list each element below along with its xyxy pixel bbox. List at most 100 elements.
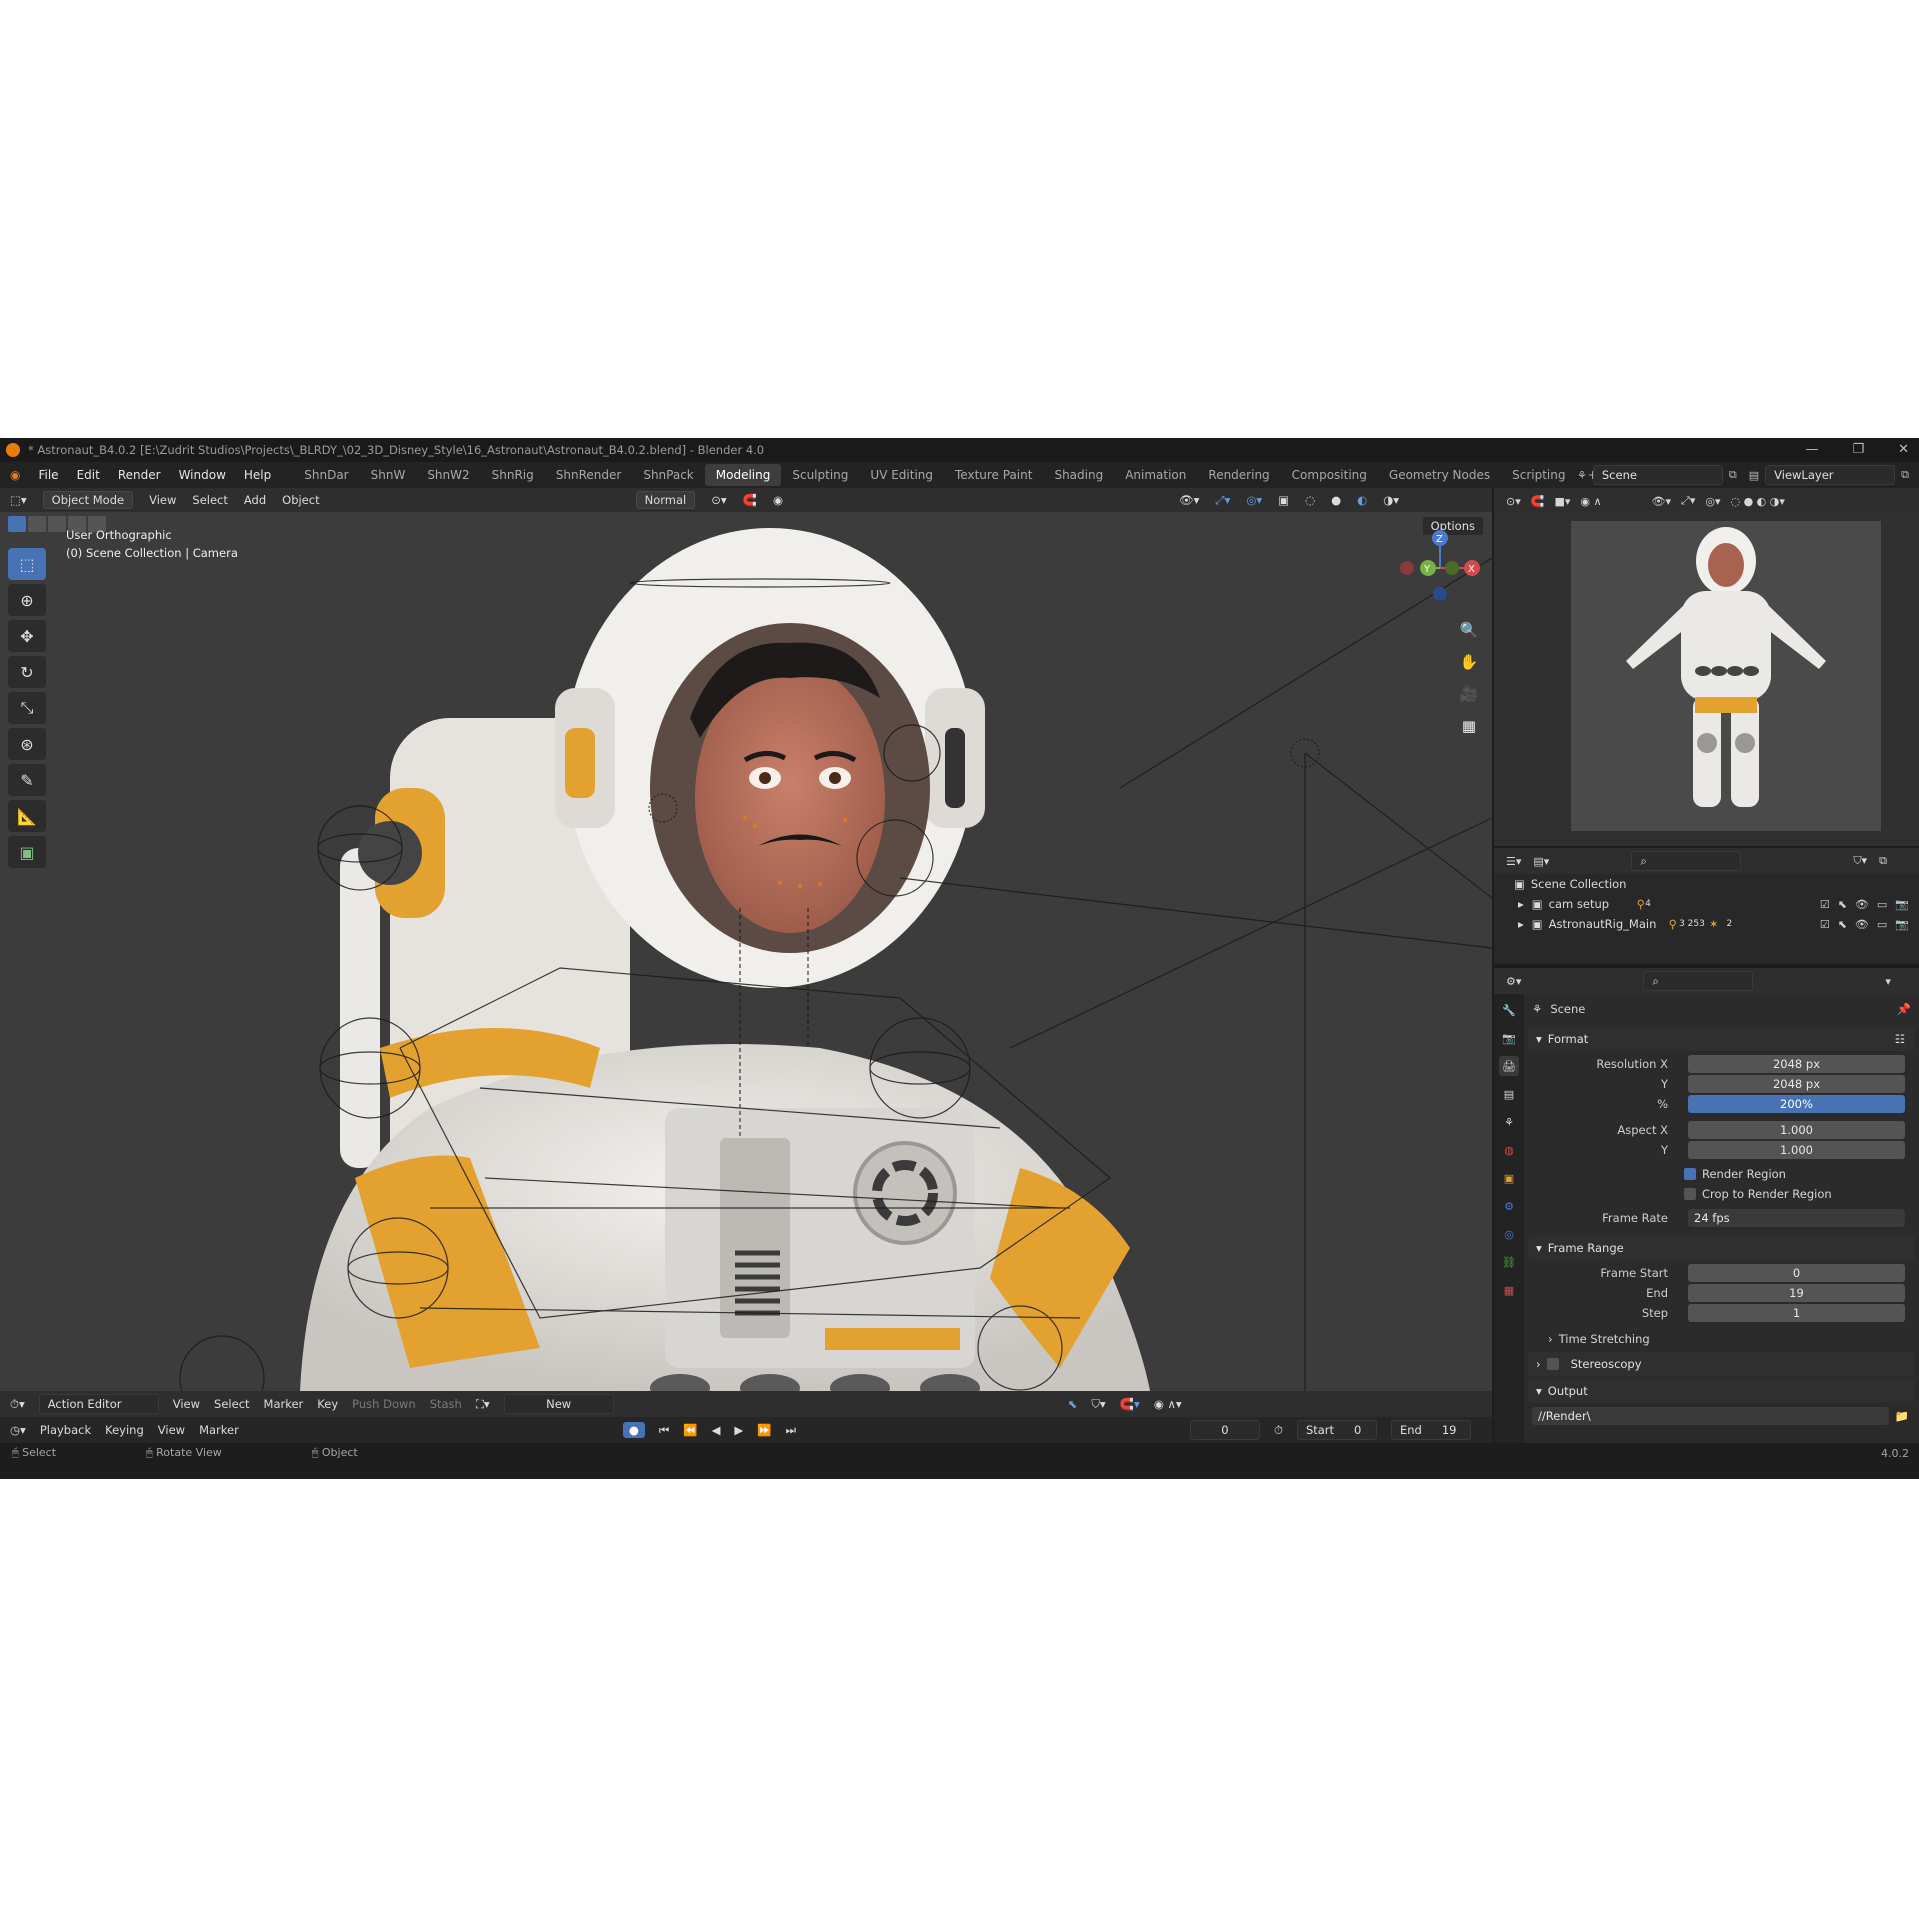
expand-arrow-icon[interactable]: ▸ [1518,897,1524,911]
menu-object[interactable]: Object [282,493,319,507]
crop-region-checkbox[interactable] [1684,1188,1696,1200]
filter-icon[interactable]: ⛉▾ [1853,854,1867,868]
jump-end-icon[interactable]: ⏭ [786,1423,796,1438]
shading-material-icon[interactable]: ◐ [1357,493,1367,507]
frame-rate-dropdown[interactable]: 24 fps [1688,1209,1905,1227]
annotate-tool-icon[interactable]: ✎ [8,764,46,796]
visibility-icon[interactable]: 👁▾ [1652,495,1672,508]
filter-icon[interactable]: ⛉▾ [1091,1397,1105,1412]
mode-selector[interactable]: Object Mode [42,491,134,509]
new-collection-icon[interactable]: ⧉ [1879,854,1887,868]
stash-button[interactable]: Stash [430,1397,462,1411]
orientation-selector[interactable]: Normal [635,491,696,509]
time-stretching-subpanel[interactable]: › Time Stretching [1528,1329,1919,1349]
end-frame-field[interactable]: End 19 [1390,1420,1471,1440]
options-chevron-icon[interactable]: ▾ [1885,975,1891,988]
frame-range-section-header[interactable]: ▾ Frame Range [1528,1236,1915,1260]
proportional-edit-icon[interactable]: ◉ [773,493,783,507]
render-camera-icon[interactable]: 📷 [1895,918,1909,931]
physics-tab-icon[interactable]: ◎ [1499,1224,1519,1244]
tab-rendering[interactable]: Rendering [1197,464,1280,486]
camera-view-icon[interactable]: 🎥 [1455,682,1483,706]
resolution-x-field[interactable]: 2048 px [1688,1055,1905,1073]
ae-menu-marker[interactable]: Marker [264,1397,304,1411]
viewport-disable-icon[interactable]: ▭ [1877,918,1887,931]
tl-menu-view[interactable]: View [158,1423,185,1437]
aspect-y-field[interactable]: 1.000 [1688,1141,1905,1159]
render-camera-icon[interactable]: 📷 [1895,898,1909,911]
properties-editor-icon[interactable]: ⚙▾ [1506,975,1521,988]
selectable-icon[interactable]: ⬉ [1838,898,1847,911]
object-tab-icon[interactable]: ▣ [1499,1168,1519,1188]
menu-render[interactable]: Render [118,468,161,482]
texture-tab-icon[interactable]: ▦ [1499,1280,1519,1300]
snap-icon[interactable]: 🧲 [1531,495,1545,508]
stereoscopy-section-header[interactable]: › Stereoscopy [1528,1352,1915,1376]
pivot-icon[interactable]: ⊙▾ [711,493,726,507]
tab-modeling[interactable]: Modeling [704,464,782,486]
output-path-field[interactable]: //Render\ [1532,1407,1889,1425]
overlay-toggle-icon[interactable]: ◎▾ [1246,493,1262,507]
menu-edit[interactable]: Edit [77,468,100,482]
play-reverse-icon[interactable]: ◀ [712,1423,721,1437]
shading-rendered-icon[interactable]: ◑▾ [1383,493,1399,507]
frame-end-field[interactable]: 19 [1688,1284,1905,1302]
render-region-checkbox[interactable] [1684,1168,1696,1180]
minimize-button[interactable]: — [1805,438,1818,462]
tab-shnrender[interactable]: ShnRender [545,464,633,486]
scale-tool-icon[interactable]: ⤡ [8,692,46,724]
properties-search-input[interactable]: ⌕ [1643,971,1754,991]
constraint-tab-icon[interactable]: ⛓ [1499,1252,1519,1272]
color-icon[interactable]: ■▾ [1554,495,1570,508]
ortho-grid-icon[interactable]: ▦ [1455,714,1483,738]
add-cube-tool-icon[interactable]: ▣ [8,836,46,868]
viewport-disable-icon[interactable]: ▭ [1877,898,1887,911]
overlay-icon[interactable]: ◎▾ [1705,495,1720,508]
menu-add[interactable]: Add [244,493,266,507]
pin-icon[interactable]: 📌 [1897,1002,1911,1016]
menu-help[interactable]: Help [244,468,271,482]
rotate-tool-icon[interactable]: ↻ [8,656,46,688]
selectable-icon[interactable]: ⬉ [1838,918,1847,931]
menu-window[interactable]: Window [179,468,226,482]
eye-icon[interactable]: 👁 [1855,918,1869,931]
render-tab-icon[interactable]: 📷 [1499,1028,1519,1048]
menu-select[interactable]: Select [192,493,227,507]
gizmo-icon[interactable]: ⤢▾ [1681,494,1695,508]
proportional-icon[interactable]: ◉ ∧▾ [1154,1397,1182,1411]
frame-step-field[interactable]: 1 [1688,1304,1905,1322]
menu-view[interactable]: View [149,493,176,507]
close-button[interactable]: ✕ [1898,438,1909,462]
proportional-icon[interactable]: ◉ ∧ [1580,495,1601,508]
visibility-icon[interactable]: 👁▾ [1179,493,1199,507]
tab-shnpack[interactable]: ShnPack [632,464,704,486]
jump-start-icon[interactable]: ⏮ [659,1423,669,1438]
start-frame-field[interactable]: Start 0 [1296,1420,1377,1440]
tab-uv-editing[interactable]: UV Editing [859,464,944,486]
measure-tool-icon[interactable]: 📐 [8,800,46,832]
render-region-row[interactable]: Render Region [1528,1164,1919,1184]
world-tab-icon[interactable]: ◍ [1499,1140,1519,1160]
new-viewlayer-icon[interactable]: ⧉ [1901,468,1909,482]
new-action-button[interactable]: New [503,1394,614,1414]
3d-viewport[interactable]: ⬚▾ Object Mode View Select Add Object No… [0,488,1492,1391]
select-extend-icon[interactable] [28,516,46,532]
pan-hand-icon[interactable]: ✋ [1455,650,1483,674]
expand-arrow-icon[interactable]: ▸ [1518,917,1524,931]
tab-texture-paint[interactable]: Texture Paint [944,464,1043,486]
editor-type-icon[interactable]: ⬚▾ [10,493,27,507]
outliner-editor-icon[interactable]: ☰▾ [1506,855,1521,868]
format-section-header[interactable]: ▾ Format ☷ [1528,1027,1915,1051]
tl-menu-marker[interactable]: Marker [199,1423,239,1437]
tab-shnw[interactable]: ShnW [360,464,417,486]
preview-range-icon[interactable]: ⏱ [1274,1423,1283,1438]
outliner-search-input[interactable]: ⌕ [1631,851,1742,871]
tab-shading[interactable]: Shading [1043,464,1114,486]
frame-start-field[interactable]: 0 [1688,1264,1905,1282]
tl-menu-keying[interactable]: Keying [105,1423,144,1437]
exclude-checkbox[interactable]: ☑ [1820,918,1830,931]
gizmo-neg-y-icon[interactable] [1445,561,1459,575]
output-section-header[interactable]: ▾ Output [1528,1379,1915,1403]
ae-menu-view[interactable]: View [173,1397,200,1411]
shading-solid-icon[interactable]: ● [1331,493,1341,507]
